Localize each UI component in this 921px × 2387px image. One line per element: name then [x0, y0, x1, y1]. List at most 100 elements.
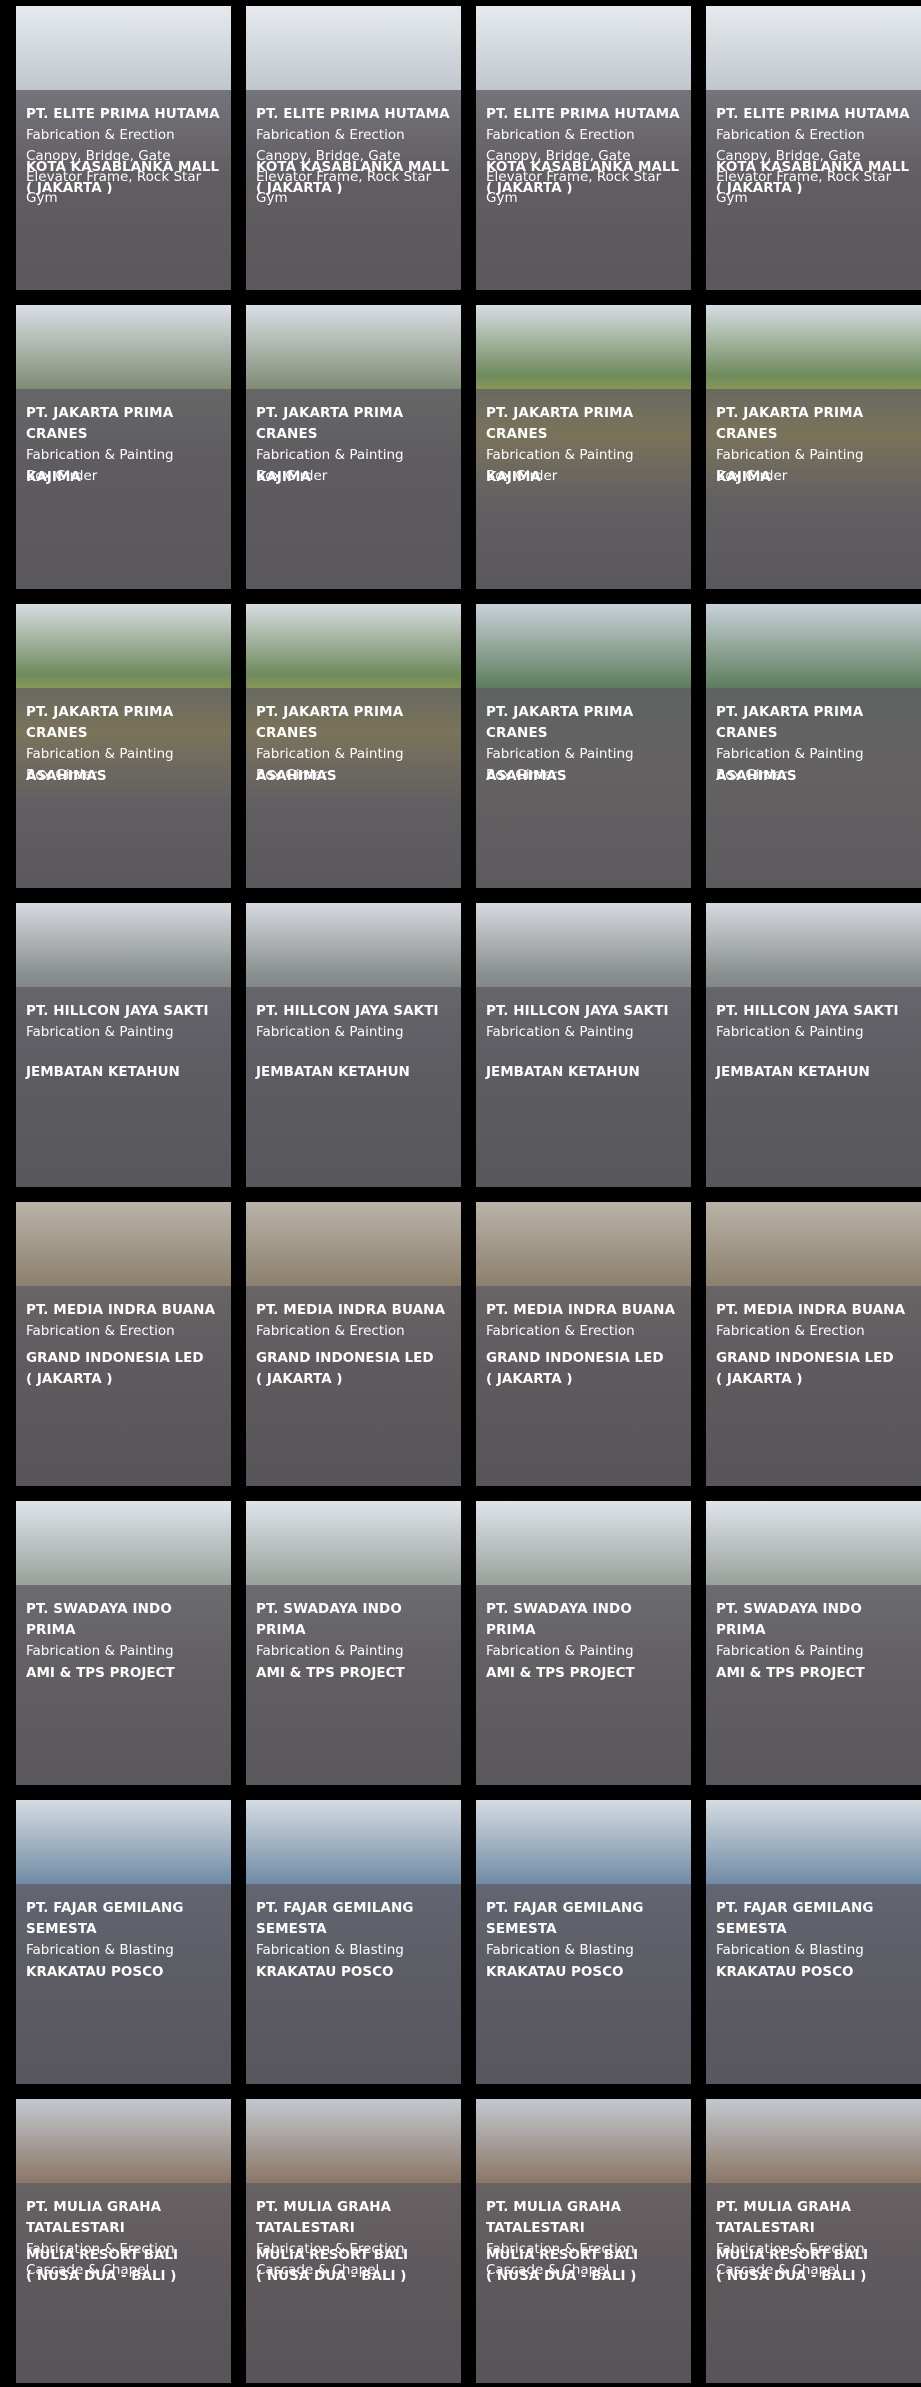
project-card[interactable]: PT. MEDIA INDRA BUANA Fabrication & Erect… [246, 1202, 461, 1486]
company-name: PT. ELITE PRIMA HUTAMA [716, 106, 910, 122]
project-location: KAJIMA [256, 469, 311, 485]
company-name: PT. JAKARTA PRIMA CRANES [486, 704, 634, 741]
work-description: Fabrication & Painting [716, 1024, 864, 1040]
company-name: PT. MULIA GRAHA TATALESTARI [486, 2199, 622, 2236]
work-description: Fabrication & Painting [256, 1643, 404, 1659]
project-location: JEMBATAN KETAHUN [26, 1064, 180, 1080]
company-name: PT. SWADAYA INDO PRIMA [486, 1601, 632, 1638]
company-name: PT. JAKARTA PRIMA CRANES [486, 405, 634, 442]
company-name: PT. MEDIA INDRA BUANA [486, 1302, 676, 1318]
project-caption: PT. FAJAR GEMILANG SEMESTA Fabrication & … [706, 1884, 921, 2084]
project-card[interactable]: PT. SWADAYA INDO PRIMA Fabrication & Pain… [706, 1501, 921, 1785]
company-name: PT. JAKARTA PRIMA CRANES [26, 704, 174, 741]
project-card[interactable]: PT. MULIA GRAHA TATALESTARI Fabrication &… [16, 2099, 231, 2383]
project-location: KOTA KASABLANKA MALL ( Jakarta ) [486, 159, 680, 196]
company-name: PT. JAKARTA PRIMA CRANES [26, 405, 174, 442]
company-name: PT. MEDIA INDRA BUANA [256, 1302, 446, 1318]
company-name: PT. MEDIA INDRA BUANA [716, 1302, 906, 1318]
project-card[interactable]: PT. MULIA GRAHA TATALESTARI Fabrication &… [706, 2099, 921, 2383]
company-name: PT. JAKARTA PRIMA CRANES [716, 405, 864, 442]
company-name: PT. MULIA GRAHA TATALESTARI [26, 2199, 162, 2236]
project-location: KRAKATAU POSCO [26, 1964, 164, 1980]
project-card[interactable]: PT. JAKARTA PRIMA CRANES Fabrication & Pa… [246, 604, 461, 888]
project-location: GRAND INDONESIA LED ( Jakarta ) [486, 1350, 664, 1387]
project-card[interactable]: PT. ELITE PRIMA HUTAMA Fabrication & Erec… [16, 6, 231, 290]
company-name: PT. FAJAR GEMILANG SEMESTA [486, 1900, 644, 1937]
project-location: ASAHIMAS [486, 768, 567, 784]
project-card[interactable]: PT. JAKARTA PRIMA CRANES Fabrication & Pa… [16, 604, 231, 888]
project-card[interactable]: PT. JAKARTA PRIMA CRANES Fabrication & Pa… [246, 305, 461, 589]
project-caption: PT. JAKARTA PRIMA CRANES Fabrication & Pa… [246, 389, 461, 589]
work-description: Fabrication & Erection [256, 1323, 405, 1339]
work-description: Fabrication & Erection [716, 1323, 865, 1339]
project-card[interactable]: PT. JAKARTA PRIMA CRANES Fabrication & Pa… [706, 604, 921, 888]
project-card[interactable]: PT. SWADAYA INDO PRIMA Fabrication & Pain… [246, 1501, 461, 1785]
project-location: MULIA RESORT BALI ( Nusa Dua - Bali ) [256, 2247, 409, 2284]
company-name: PT. HILLCON JAYA SAKTI [256, 1003, 439, 1019]
work-description: Fabrication & Blasting [26, 1942, 174, 1958]
work-description: Fabrication & Painting [486, 1643, 634, 1659]
project-card[interactable]: PT. FAJAR GEMILANG SEMESTA Fabrication & … [246, 1800, 461, 2084]
work-description: Fabrication & Painting [716, 1643, 864, 1659]
company-name: PT. FAJAR GEMILANG SEMESTA [716, 1900, 874, 1937]
project-card[interactable]: PT. MULIA GRAHA TATALESTARI Fabrication &… [476, 2099, 691, 2383]
company-name: PT. HILLCON JAYA SAKTI [486, 1003, 669, 1019]
project-caption: PT. SWADAYA INDO PRIMA Fabrication & Pain… [246, 1585, 461, 1785]
project-card[interactable]: PT. FAJAR GEMILANG SEMESTA Fabrication & … [706, 1800, 921, 2084]
project-card[interactable]: PT. MULIA GRAHA TATALESTARI Fabrication &… [246, 2099, 461, 2383]
project-card[interactable]: PT. JAKARTA PRIMA CRANES Fabrication & Pa… [16, 305, 231, 589]
project-card[interactable]: PT. JAKARTA PRIMA CRANES Fabrication & Pa… [476, 305, 691, 589]
project-card[interactable]: PT. HILLCON JAYA SAKTI Fabrication & Pain… [246, 903, 461, 1187]
company-name: PT. HILLCON JAYA SAKTI [716, 1003, 899, 1019]
project-card[interactable]: PT. HILLCON JAYA SAKTI Fabrication & Pain… [16, 903, 231, 1187]
project-caption: PT. HILLCON JAYA SAKTI Fabrication & Pain… [706, 987, 921, 1187]
project-location: KAJIMA [26, 469, 81, 485]
project-caption: PT. SWADAYA INDO PRIMA Fabrication & Pain… [16, 1585, 231, 1785]
project-card[interactable]: PT. FAJAR GEMILANG SEMESTA Fabrication & … [16, 1800, 231, 2084]
project-location: AMI & TPS PROJECT [26, 1665, 175, 1681]
company-name: PT. HILLCON JAYA SAKTI [26, 1003, 209, 1019]
project-location: KRAKATAU POSCO [716, 1964, 854, 1980]
company-name: PT. ELITE PRIMA HUTAMA [256, 106, 450, 122]
project-caption: PT. FAJAR GEMILANG SEMESTA Fabrication & … [476, 1884, 691, 2084]
project-location: KOTA KASABLANKA MALL ( Jakarta ) [26, 159, 220, 196]
company-name: PT. SWADAYA INDO PRIMA [716, 1601, 862, 1638]
project-card[interactable]: PT. MEDIA INDRA BUANA Fabrication & Erect… [706, 1202, 921, 1486]
work-description: Fabrication & Painting [256, 1024, 404, 1040]
project-location: JEMBATAN KETAHUN [486, 1064, 640, 1080]
project-card[interactable]: PT. SWADAYA INDO PRIMA Fabrication & Pain… [16, 1501, 231, 1785]
project-caption: PT. JAKARTA PRIMA CRANES Fabrication & Pa… [16, 389, 231, 589]
project-location: MULIA RESORT BALI ( Nusa Dua - Bali ) [26, 2247, 179, 2284]
project-card[interactable]: PT. ELITE PRIMA HUTAMA Fabrication & Erec… [246, 6, 461, 290]
company-name: PT. ELITE PRIMA HUTAMA [486, 106, 680, 122]
work-description: Fabrication & Erection [26, 1323, 175, 1339]
project-location: AMI & TPS PROJECT [486, 1665, 635, 1681]
project-location: AMI & TPS PROJECT [256, 1665, 405, 1681]
project-card[interactable]: PT. ELITE PRIMA HUTAMA Fabrication & Erec… [706, 6, 921, 290]
company-name: PT. MEDIA INDRA BUANA [26, 1302, 216, 1318]
project-caption: PT. FAJAR GEMILANG SEMESTA Fabrication & … [246, 1884, 461, 2084]
project-caption: PT. FAJAR GEMILANG SEMESTA Fabrication & … [16, 1884, 231, 2084]
project-caption: PT. HILLCON JAYA SAKTI Fabrication & Pain… [246, 987, 461, 1187]
project-card[interactable]: PT. SWADAYA INDO PRIMA Fabrication & Pain… [476, 1501, 691, 1785]
project-caption: PT. JAKARTA PRIMA CRANES Fabrication & Pa… [476, 688, 691, 888]
company-name: PT. SWADAYA INDO PRIMA [256, 1601, 402, 1638]
project-location: ASAHIMAS [256, 768, 337, 784]
project-caption: PT. JAKARTA PRIMA CRANES Fabrication & Pa… [476, 389, 691, 589]
company-name: PT. MULIA GRAHA TATALESTARI [716, 2199, 852, 2236]
work-description: Fabrication & Painting [486, 1024, 634, 1040]
project-location: GRAND INDONESIA LED ( Jakarta ) [716, 1350, 894, 1387]
project-card[interactable]: PT. HILLCON JAYA SAKTI Fabrication & Pain… [706, 903, 921, 1187]
project-card[interactable]: PT. HILLCON JAYA SAKTI Fabrication & Pain… [476, 903, 691, 1187]
project-location: JEMBATAN KETAHUN [716, 1064, 870, 1080]
project-card[interactable]: PT. JAKARTA PRIMA CRANES Fabrication & Pa… [706, 305, 921, 589]
project-caption: PT. HILLCON JAYA SAKTI Fabrication & Pain… [476, 987, 691, 1187]
project-location: KOTA KASABLANKA MALL ( Jakarta ) [716, 159, 910, 196]
project-card[interactable]: PT. JAKARTA PRIMA CRANES Fabrication & Pa… [476, 604, 691, 888]
project-location: GRAND INDONESIA LED ( Jakarta ) [26, 1350, 204, 1387]
project-card[interactable]: PT. MEDIA INDRA BUANA Fabrication & Erect… [16, 1202, 231, 1486]
project-card[interactable]: PT. ELITE PRIMA HUTAMA Fabrication & Erec… [476, 6, 691, 290]
project-card[interactable]: PT. MEDIA INDRA BUANA Fabrication & Erect… [476, 1202, 691, 1486]
project-location: ASAHIMAS [26, 768, 107, 784]
project-card[interactable]: PT. FAJAR GEMILANG SEMESTA Fabrication & … [476, 1800, 691, 2084]
